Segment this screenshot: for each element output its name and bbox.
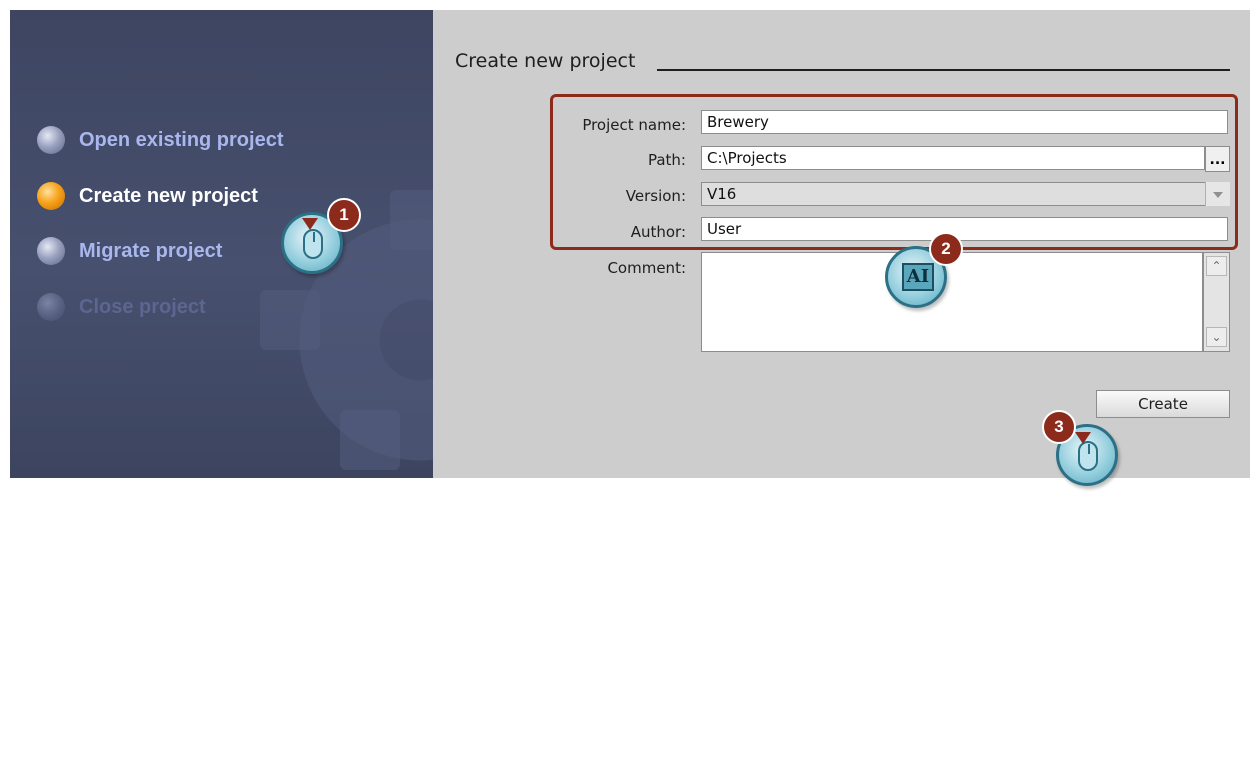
create-project-form: Create new project Project name: Brewery… [433,10,1250,486]
menu-item-label: Open existing project [79,128,284,151]
step-2-badge: 2 [929,232,963,266]
bullet-icon [37,237,65,265]
click-pointer-icon [302,218,318,230]
step-1-badge: 1 [327,198,361,232]
menu-item-label: Create new project [79,184,258,207]
page-title: Create new project [455,50,636,72]
portal-nav-panel: Open existing project Create new project… [10,10,433,478]
menu-item-close: Close project [37,292,206,322]
bullet-icon [37,126,65,154]
bullet-icon [37,293,65,321]
project-view-dialog: Open existing project Create new project… [10,10,1250,486]
comment-scrollbar[interactable]: ⌃ ⌄ [1203,252,1230,352]
active-bullet-icon [37,182,65,210]
menu-item-open-existing[interactable]: Open existing project [37,125,283,155]
comment-field[interactable] [701,252,1203,352]
menu-item-label: Migrate project [79,239,223,262]
menu-item-label: Close project [79,295,206,318]
mouse-click-icon [1078,441,1098,471]
step-3-badge: 3 [1042,410,1076,444]
menu-item-create-new[interactable]: Create new project [37,181,258,211]
menu-item-migrate[interactable]: Migrate project [37,236,222,266]
click-pointer-icon [1075,432,1091,444]
gear-tooth [390,190,433,250]
scroll-down-icon[interactable]: ⌄ [1206,327,1227,347]
comment-label: Comment: [607,259,686,277]
mouse-click-icon [303,229,323,259]
title-divider [657,69,1230,71]
keyboard-input-icon: AI [902,263,934,291]
gear-tooth [260,290,320,350]
scroll-up-icon[interactable]: ⌃ [1206,256,1227,276]
gear-tooth [340,410,400,470]
create-button[interactable]: Create [1096,390,1230,418]
required-fields-highlight [550,94,1238,250]
